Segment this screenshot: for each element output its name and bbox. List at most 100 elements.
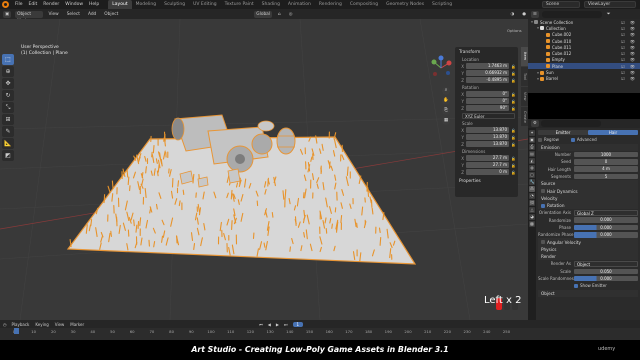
- add-cube-tool-icon[interactable]: ◩: [2, 150, 14, 161]
- hair-tab[interactable]: Hair: [588, 129, 638, 136]
- lock-icon[interactable]: 🔓: [511, 64, 516, 69]
- render-section[interactable]: Render: [538, 253, 638, 261]
- mode-dropdown[interactable]: Object Mode: [15, 10, 43, 24]
- rotation-y-field[interactable]: 0°: [466, 98, 509, 104]
- data-tab-icon[interactable]: △: [529, 207, 535, 213]
- hair-length-field[interactable]: 4 m: [574, 166, 638, 172]
- sidebar-tab-item[interactable]: Item: [521, 47, 528, 66]
- scale-randomness-field[interactable]: 0.000: [574, 275, 638, 282]
- scene-selector[interactable]: Scene: [542, 1, 580, 8]
- visibility-eye-icon[interactable]: ☑ 👁: [621, 26, 637, 31]
- transform-section-header[interactable]: Transform: [459, 50, 518, 55]
- tab-scripting[interactable]: Scripting: [428, 0, 456, 9]
- visibility-eye-icon[interactable]: ☑ 👁: [621, 57, 637, 62]
- visibility-eye-icon[interactable]: ☑ 👁: [621, 64, 637, 69]
- location-x-field[interactable]: 1.7463 m: [466, 63, 509, 69]
- rotation-mode-dropdown[interactable]: XYZ Euler: [462, 113, 515, 119]
- annotate-tool-icon[interactable]: ✎: [2, 126, 14, 137]
- properties-search-input[interactable]: [540, 120, 601, 127]
- jump-start-icon[interactable]: ⏮: [259, 322, 263, 327]
- orientation-axis-dropdown[interactable]: Global Z: [574, 210, 638, 216]
- randomize-field[interactable]: 0.000: [574, 217, 638, 223]
- visibility-eye-icon[interactable]: ☑ 👁: [621, 39, 637, 44]
- snap-icon[interactable]: ⌂: [276, 11, 283, 18]
- overlays-icon[interactable]: ◑: [509, 11, 517, 18]
- rotate-tool-icon[interactable]: ↻: [2, 90, 14, 101]
- measure-tool-icon[interactable]: 📐: [2, 138, 14, 149]
- tab-compositing[interactable]: Compositing: [346, 0, 382, 9]
- emitter-tab[interactable]: Emitter: [538, 129, 588, 136]
- lock-icon[interactable]: 🔓: [511, 170, 516, 175]
- cursor-tool-icon[interactable]: ⊕: [2, 66, 14, 77]
- emission-section[interactable]: Emission: [538, 143, 638, 151]
- scale-field[interactable]: 0.050: [574, 268, 638, 275]
- tab-modeling[interactable]: Modeling: [132, 0, 160, 9]
- menu-window[interactable]: Window: [62, 2, 86, 7]
- rotation-z-field[interactable]: 90°: [466, 105, 509, 111]
- regrow-checkbox[interactable]: [538, 137, 542, 142]
- phase-field[interactable]: 0.000: [574, 224, 638, 231]
- scale-x-field[interactable]: 13.870: [466, 127, 509, 133]
- playhead[interactable]: [14, 328, 19, 334]
- hair-dynamics-checkbox[interactable]: [541, 189, 545, 194]
- lock-icon[interactable]: 🔓: [511, 106, 516, 111]
- texture-tab-icon[interactable]: ▩: [529, 221, 535, 227]
- source-section[interactable]: Source: [538, 180, 638, 188]
- visibility-eye-icon[interactable]: ☑ 👁: [621, 20, 637, 25]
- tab-layout[interactable]: Layout: [108, 0, 132, 9]
- lock-icon[interactable]: 🔓: [511, 99, 516, 104]
- timeline-menu-view[interactable]: View: [55, 322, 65, 327]
- tab-shading[interactable]: Shading: [258, 0, 284, 9]
- rotation-section[interactable]: Rotation: [538, 201, 638, 210]
- tab-rendering[interactable]: Rendering: [315, 0, 346, 9]
- dimensions-z-field[interactable]: 0 m: [466, 169, 509, 175]
- timeline-ruler[interactable]: 0102030405060708090100110120130140150160…: [0, 328, 528, 340]
- play-icon[interactable]: ▶: [276, 322, 279, 327]
- visibility-eye-icon[interactable]: ☑ 👁: [621, 45, 637, 50]
- material-tab-icon[interactable]: ◕: [529, 214, 535, 220]
- render-tab-icon[interactable]: ▣: [529, 137, 535, 143]
- proportional-edit-icon[interactable]: ◎: [287, 11, 295, 18]
- render-as-dropdown[interactable]: Object: [574, 261, 638, 267]
- tab-sculpting[interactable]: Sculpting: [160, 0, 189, 9]
- visibility-eye-icon[interactable]: ☑ 👁: [621, 70, 637, 75]
- lock-icon[interactable]: 🔓: [511, 142, 516, 147]
- physics-section[interactable]: Physics: [538, 245, 638, 254]
- lock-icon[interactable]: 🔓: [511, 128, 516, 133]
- sidebar-tab-create[interactable]: Create: [521, 107, 528, 126]
- timeline-editor-type-icon[interactable]: ◷: [3, 322, 7, 327]
- seed-field[interactable]: 0: [574, 159, 638, 165]
- viewport-menu-view[interactable]: View: [47, 11, 61, 18]
- scene-tab-icon[interactable]: ◭: [529, 158, 535, 164]
- menu-edit[interactable]: Edit: [26, 2, 41, 7]
- hair-dynamics-section[interactable]: Hair Dynamics: [538, 187, 638, 195]
- menu-file[interactable]: File: [12, 2, 26, 7]
- angular-velocity-section[interactable]: Angular Velocity: [538, 238, 638, 246]
- menu-render[interactable]: Render: [40, 2, 62, 7]
- visibility-eye-icon[interactable]: ☑ 👁: [621, 32, 637, 37]
- menu-help[interactable]: Help: [86, 2, 102, 7]
- properties-editor-type-icon[interactable]: ⚙: [531, 120, 539, 127]
- lock-icon[interactable]: 🔓: [511, 163, 516, 168]
- physics-tab-icon[interactable]: ◔: [529, 193, 535, 199]
- transform-tool-icon[interactable]: ⊞: [2, 114, 14, 125]
- visibility-eye-icon[interactable]: ☑ 👁: [621, 76, 637, 81]
- modifier-tab-icon[interactable]: 🔧: [529, 179, 535, 185]
- dimensions-x-field[interactable]: 27.7 m: [466, 155, 509, 161]
- play-reverse-icon[interactable]: ◀: [268, 322, 271, 327]
- angular-velocity-checkbox[interactable]: [541, 240, 545, 245]
- editor-type-button[interactable]: ▣: [3, 10, 12, 18]
- lock-icon[interactable]: 🔓: [511, 78, 516, 83]
- timeline-menu-marker[interactable]: Marker: [70, 322, 84, 327]
- current-frame-field[interactable]: 1: [292, 321, 304, 327]
- location-z-field[interactable]: -0.4895 m: [466, 77, 509, 83]
- 3d-viewport[interactable]: User Perspective (1) Collection | Plane …: [0, 19, 528, 320]
- segments-field[interactable]: 5: [574, 173, 638, 180]
- show-emitter-checkbox[interactable]: [574, 283, 578, 288]
- zoom-icon[interactable]: ⌕: [442, 87, 450, 95]
- view-layer-tab-icon[interactable]: ▤: [529, 151, 535, 157]
- sidebar-tab-tool[interactable]: Tool: [521, 67, 528, 86]
- viewport-menu-object[interactable]: Object: [102, 11, 120, 18]
- tab-geometry-nodes[interactable]: Geometry Nodes: [382, 0, 428, 9]
- select-box-tool-icon[interactable]: ⬚: [2, 54, 14, 65]
